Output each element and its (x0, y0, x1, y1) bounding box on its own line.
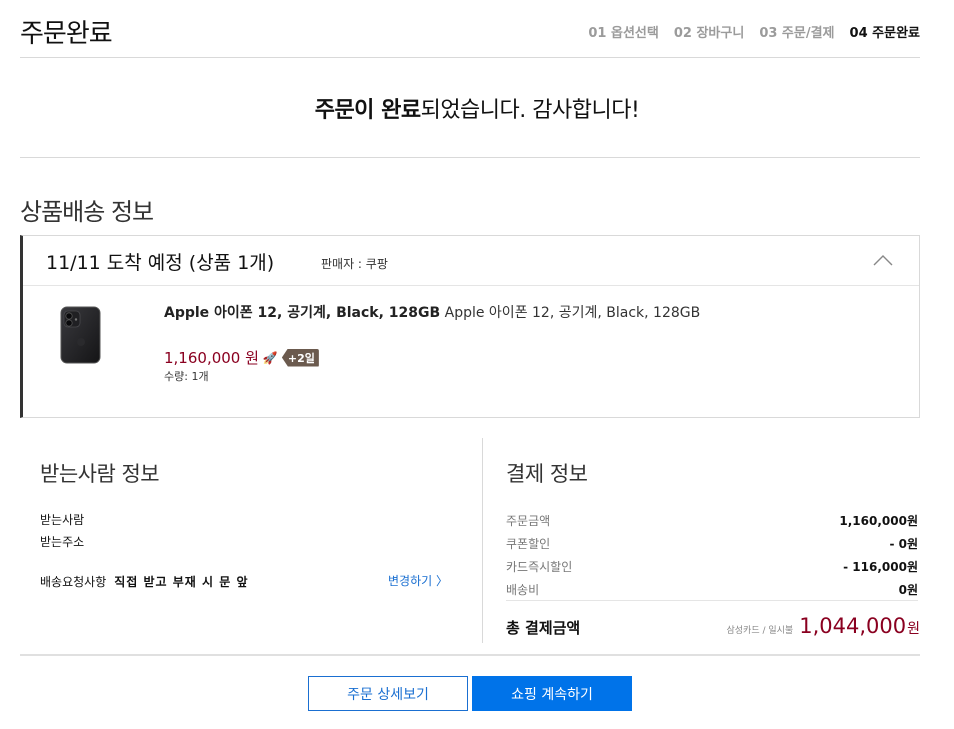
divider (20, 157, 920, 158)
complete-message-bold: 주문이 완료 (314, 98, 421, 123)
continue-shopping-button[interactable]: 쇼핑 계속하기 (472, 676, 632, 711)
payment-value: 1,160,000원 (839, 514, 918, 528)
payment-label: 주문금액 (506, 514, 551, 528)
payment-value: - 0원 (889, 537, 918, 551)
change-request-link[interactable]: 변경하기 〉 (388, 572, 448, 589)
step-order-complete: 04 주문완료 (849, 26, 920, 41)
rocket-delivery-icon: 🚀 (262, 350, 278, 365)
payment-row-order-amount: 주문금액 1,160,000원 (506, 512, 918, 529)
delivery-days-badge: +2일 (281, 348, 319, 367)
total-payment-unit: 원 (907, 621, 920, 637)
card-info: 삼성카드 / 일시불 (726, 626, 794, 636)
delivery-date: 11/11 도착 예정 (상품 1개) (46, 252, 275, 274)
product-name-bold: Apple 아이폰 12, 공기계, Black, 128GB (164, 305, 441, 321)
delivery-header[interactable]: 11/11 도착 예정 (상품 1개) 판매자 : 쿠팡 (23, 236, 919, 286)
product-name[interactable]: Apple 아이폰 12, 공기계, Black, 128GB Apple 아이… (164, 302, 700, 322)
product-quantity: 수량: 1개 (164, 370, 209, 383)
order-steps: 01 옵션선택 02 장바구니 03 주문/결제 04 주문완료 (588, 22, 920, 41)
payment-title: 결제 정보 (506, 462, 588, 486)
total-payment-label: 총 결제금액 (506, 619, 581, 637)
order-detail-button[interactable]: 주문 상세보기 (308, 676, 468, 711)
receiver-name-label: 받는사람 (40, 513, 85, 527)
payment-value: 0원 (898, 583, 918, 597)
delivery-request-label: 배송요청사항 (40, 575, 107, 589)
divider (20, 654, 920, 656)
divider (506, 600, 918, 601)
product-price-row: 1,160,000 원 🚀 +2일 (164, 347, 319, 368)
seller-label: 판매자 : 쿠팡 (321, 257, 388, 271)
chevron-up-icon[interactable] (873, 252, 893, 266)
receiver-address-label: 받는주소 (40, 535, 85, 549)
order-complete-message: 주문이 완료되었습니다. 감사합니다! (0, 92, 954, 124)
payment-label: 카드즉시할인 (506, 560, 573, 574)
page-header: 주문완료 01 옵션선택 02 장바구니 03 주문/결제 04 주문완료 (20, 0, 920, 58)
payment-label: 쿠폰할인 (506, 537, 551, 551)
payment-row-card-discount: 카드즉시할인 - 116,000원 (506, 558, 918, 575)
step-cart: 02 장바구니 (673, 26, 745, 41)
page-title: 주문완료 (20, 19, 113, 49)
receiver-info-section: 받는사람 정보 받는사람 받는주소 배송요청사항 직접 받고 부재 시 문 앞 변… (20, 438, 483, 643)
step-option-select: 01 옵션선택 (588, 26, 659, 41)
total-payment: 삼성카드 / 일시불 1,044,000 원 (727, 614, 921, 638)
receiver-title: 받는사람 정보 (40, 462, 160, 486)
product-image[interactable] (57, 304, 105, 366)
total-payment-amount: 1,044,000 (799, 614, 907, 638)
payment-row-shipping: 배송비 0원 (506, 581, 918, 598)
payment-value: - 116,000원 (843, 560, 918, 574)
step-checkout: 03 주문/결제 (759, 26, 835, 41)
delivery-request-value: 직접 받고 부재 시 문 앞 (114, 575, 249, 589)
product-price: 1,160,000 원 (164, 349, 259, 367)
payment-label: 배송비 (506, 583, 540, 597)
payment-row-coupon-discount: 쿠폰할인 - 0원 (506, 535, 918, 552)
product-name-option: Apple 아이폰 12, 공기계, Black, 128GB (444, 305, 701, 321)
delivery-request-row: 배송요청사항 직접 받고 부재 시 문 앞 (40, 573, 249, 590)
complete-message-rest: 되었습니다. 감사합니다! (420, 98, 640, 123)
delivery-section-title: 상품배송 정보 (20, 198, 154, 226)
payment-info-section: 결제 정보 주문금액 1,160,000원 쿠폰할인 - 0원 카드즉시할인 - 11… (484, 438, 920, 643)
delivery-box: 11/11 도착 예정 (상품 1개) 판매자 : 쿠팡 Apple 아이폰 1… (20, 235, 920, 418)
